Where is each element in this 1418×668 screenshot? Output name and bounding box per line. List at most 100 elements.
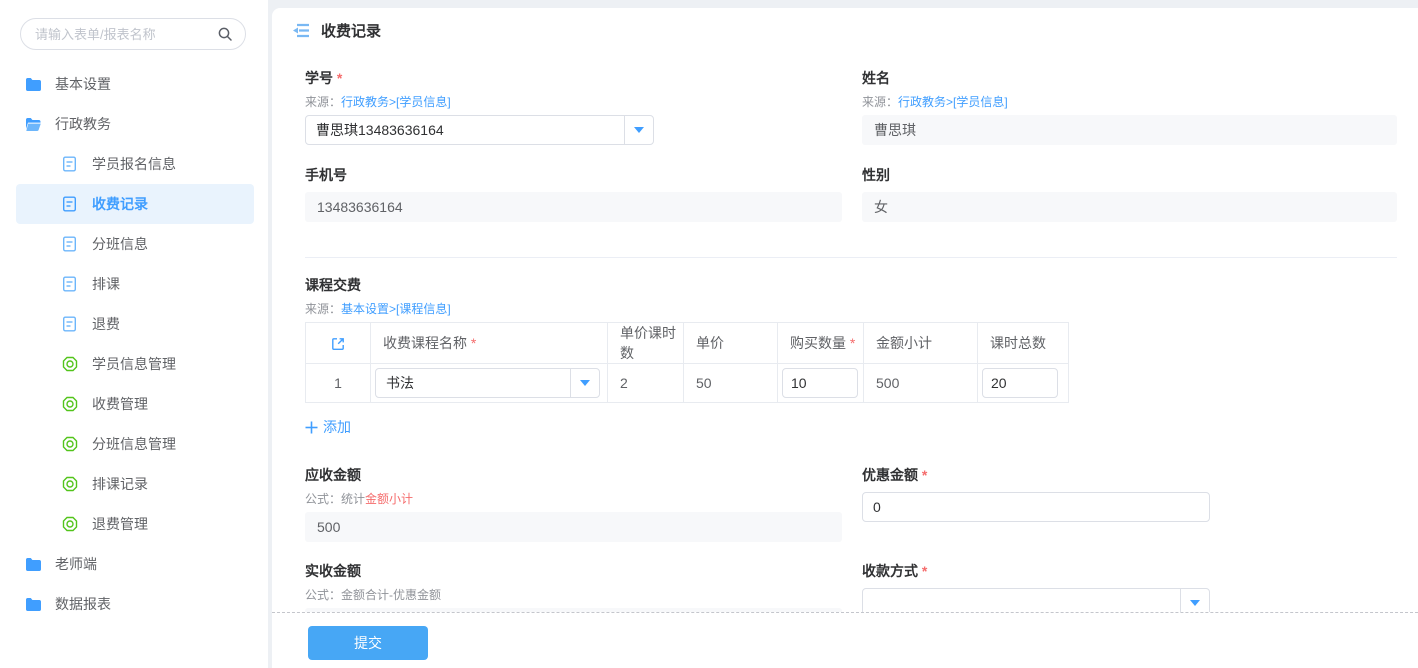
phone-value: 13483636164 xyxy=(305,192,842,222)
field-gender: 性别 女 xyxy=(862,167,1397,222)
sidebar-item-label: 行政教务 xyxy=(55,114,111,134)
source-prefix: 来源： xyxy=(305,302,341,316)
course-fee-source: 来源：基本设置>[课程信息] xyxy=(305,302,1397,316)
table-header-row: 收费课程名称 单价课时数 单价 购买数量 金额小计 课时总数 xyxy=(306,323,1069,364)
dropdown-button[interactable] xyxy=(570,369,599,397)
sidebar-item-label: 基本设置 xyxy=(55,74,111,94)
received-label: 实收金额 xyxy=(305,563,842,579)
quantity-input[interactable] xyxy=(782,368,858,398)
discount-input[interactable] xyxy=(862,492,1210,522)
name-value: 曹思琪 xyxy=(862,115,1397,145)
payment-method-label: 收款方式 xyxy=(862,563,1397,579)
received-formula: 公式：金额合计-优惠金额 xyxy=(305,588,842,602)
phone-label: 手机号 xyxy=(305,167,842,183)
sidebar-item-admin-affairs[interactable]: 行政教务 xyxy=(16,104,254,144)
formula-field-ref: 金额小计 xyxy=(365,492,413,506)
sidebar-item-fee-record[interactable]: 收费记录 xyxy=(16,184,254,224)
sidebar-item-label: 退费管理 xyxy=(92,514,148,534)
student-id-label: 学号 xyxy=(305,70,842,86)
form-doc-icon xyxy=(62,316,79,333)
plus-icon xyxy=(305,421,318,434)
report-icon xyxy=(62,516,79,533)
field-phone: 手机号 13483636164 xyxy=(305,167,842,222)
unit-price-cell: 50 xyxy=(684,364,778,403)
name-source-link[interactable]: 行政教务>[学员信息] xyxy=(898,95,1008,109)
form-area: 学号 来源：行政教务>[学员信息] 曹思琪13483636164 姓名 来源：行… xyxy=(272,40,1418,638)
table-row: 1 书法 2 50 500 xyxy=(306,364,1069,403)
sidebar-item-label: 收费管理 xyxy=(92,394,148,414)
report-icon xyxy=(62,476,79,493)
field-student-id: 学号 来源：行政教务>[学员信息] 曹思琪13483636164 xyxy=(305,70,842,145)
course-fee-section-label: 课程交费 xyxy=(305,277,1397,293)
formula-prefix: 公式：统计 xyxy=(305,492,365,506)
submit-button[interactable]: 提交 xyxy=(308,626,428,660)
chevron-down-icon xyxy=(634,127,644,133)
collapse-sidebar-icon[interactable] xyxy=(292,23,311,38)
student-id-source-link[interactable]: 行政教务>[学员信息] xyxy=(341,95,451,109)
formula-prefix: 公式：金额合计-优惠金额 xyxy=(305,588,441,602)
course-fee-source-link[interactable]: 基本设置>[课程信息] xyxy=(341,302,451,316)
sidebar-item-student-info-mgmt[interactable]: 学员信息管理 xyxy=(16,344,254,384)
sidebar-item-refund-mgmt[interactable]: 退费管理 xyxy=(16,504,254,544)
student-id-select-value: 曹思琪13483636164 xyxy=(306,116,624,144)
dropdown-button[interactable] xyxy=(624,116,653,144)
col-quantity: 购买数量 xyxy=(790,335,855,351)
sidebar-item-refund[interactable]: 退费 xyxy=(16,304,254,344)
report-icon xyxy=(62,356,79,373)
source-prefix: 来源： xyxy=(862,95,898,109)
col-unit-hours: 单价课时数 xyxy=(608,323,684,364)
col-course-name: 收费课程名称 xyxy=(383,335,476,351)
form-footer: 提交 xyxy=(272,612,1418,668)
gender-value: 女 xyxy=(862,192,1397,222)
field-name: 姓名 来源：行政教务>[学员信息] 曹思琪 xyxy=(862,70,1397,145)
page-header: 收费记录 xyxy=(272,8,1418,40)
sidebar-item-fee-mgmt[interactable]: 收费管理 xyxy=(16,384,254,424)
sidebar-item-label: 老师端 xyxy=(55,554,97,574)
sidebar-item-label: 学员信息管理 xyxy=(92,354,176,374)
sidebar-item-teacher-portal[interactable]: 老师端 xyxy=(16,544,254,584)
field-discount: 优惠金额 xyxy=(862,467,1397,542)
page-title: 收费记录 xyxy=(321,20,381,41)
field-receivable: 应收金额 公式：统计金额小计 500 xyxy=(305,467,842,542)
chevron-down-icon xyxy=(1190,600,1200,606)
sidebar-item-label: 分班信息 xyxy=(92,234,148,254)
add-row-button[interactable]: 添加 xyxy=(305,417,351,437)
folder-icon xyxy=(25,596,42,613)
student-id-select[interactable]: 曹思琪13483636164 xyxy=(305,115,654,145)
student-id-source: 来源：行政教务>[学员信息] xyxy=(305,95,842,109)
subtotal-cell: 500 xyxy=(864,364,978,403)
sidebar-item-scheduling[interactable]: 排课 xyxy=(16,264,254,304)
folder-icon xyxy=(25,556,42,573)
gender-label: 性别 xyxy=(862,167,1397,183)
sidebar-item-label: 分班信息管理 xyxy=(92,434,176,454)
sidebar-item-label: 退费 xyxy=(92,314,120,334)
sidebar-item-class-info-mgmt[interactable]: 分班信息管理 xyxy=(16,424,254,464)
form-doc-icon xyxy=(62,276,79,293)
sidebar-item-basic-settings[interactable]: 基本设置 xyxy=(16,64,254,104)
folder-open-icon xyxy=(25,116,42,133)
course-fee-table: 收费课程名称 单价课时数 单价 购买数量 金额小计 课时总数 1 书法 xyxy=(305,322,1069,403)
report-icon xyxy=(62,396,79,413)
sidebar: 基本设置 行政教务 学员报名信息 收费记录 分班信息 xyxy=(0,0,268,668)
sidebar-item-label: 排课 xyxy=(92,274,120,294)
sidebar-item-schedule-record[interactable]: 排课记录 xyxy=(16,464,254,504)
sidebar-item-enrollment-info[interactable]: 学员报名信息 xyxy=(16,144,254,184)
receivable-formula: 公式：统计金额小计 xyxy=(305,492,842,506)
search-icon[interactable] xyxy=(217,26,233,42)
sidebar-item-class-assignment[interactable]: 分班信息 xyxy=(16,224,254,264)
col-unit-price: 单价 xyxy=(684,323,778,364)
search-input[interactable] xyxy=(33,26,217,43)
report-icon xyxy=(62,436,79,453)
sidebar-item-label: 排课记录 xyxy=(92,474,148,494)
course-name-select-value: 书法 xyxy=(376,369,570,397)
sidebar-item-data-report[interactable]: 数据报表 xyxy=(16,584,254,624)
sidebar-item-label: 收费记录 xyxy=(92,194,148,214)
external-link-icon[interactable] xyxy=(330,336,346,352)
add-row-label: 添加 xyxy=(323,417,351,437)
section-divider xyxy=(305,257,1397,258)
col-subtotal: 金额小计 xyxy=(864,323,978,364)
main-panel: 收费记录 学号 来源：行政教务>[学员信息] 曹思琪13483636164 姓名… xyxy=(272,8,1418,668)
total-hours-input[interactable] xyxy=(982,368,1058,398)
chevron-down-icon xyxy=(580,380,590,386)
course-name-select[interactable]: 书法 xyxy=(375,368,600,398)
